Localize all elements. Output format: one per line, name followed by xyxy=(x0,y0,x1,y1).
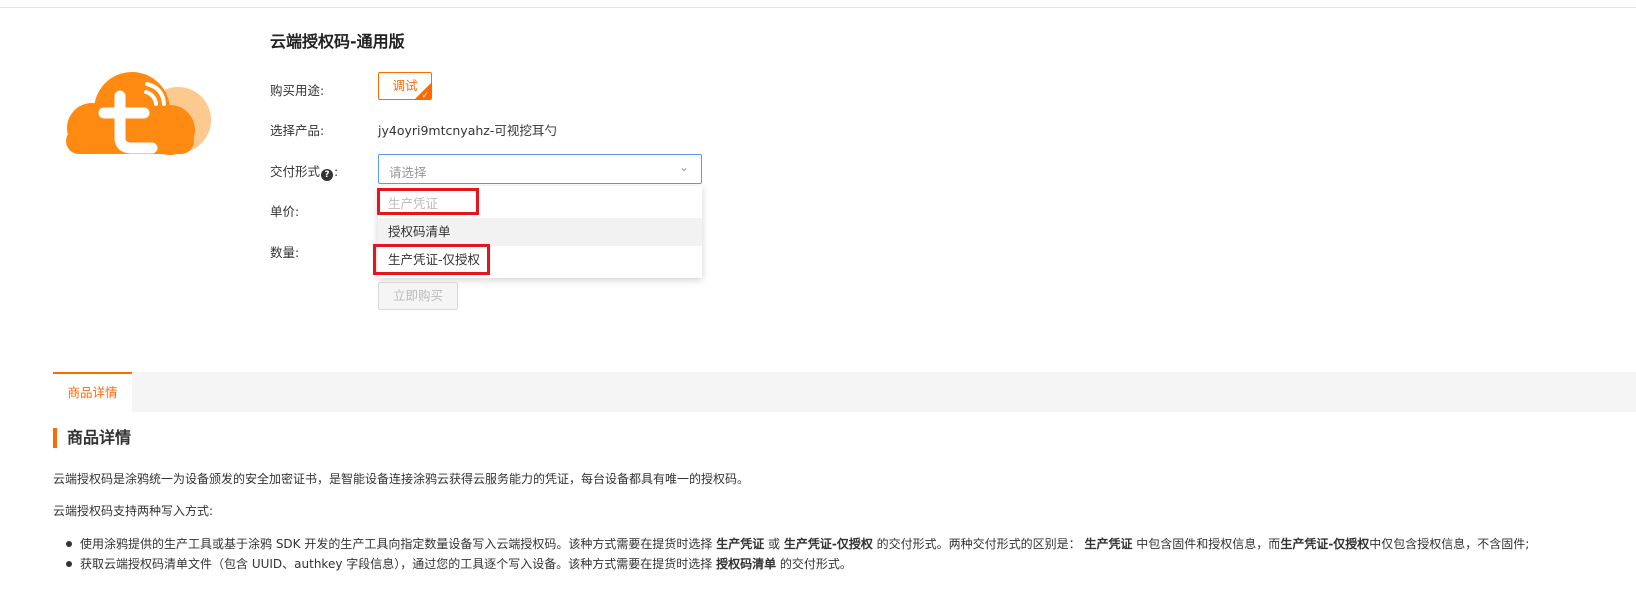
help-icon[interactable]: ? xyxy=(321,169,334,181)
product-title: 云端授权码-通用版 xyxy=(270,32,405,51)
bold-term: 生产凭证 xyxy=(1084,537,1133,551)
details-paragraph: 云端授权码支持两种写入方式: xyxy=(53,504,214,518)
text: 的交付形式。两种交付形式的区别是： xyxy=(872,537,1085,551)
bold-term: 授权码清单 xyxy=(716,557,777,571)
text: 中包含固件和授权信息，而 xyxy=(1132,537,1281,551)
bold-term: 生产凭证-仅授权 xyxy=(1280,537,1370,551)
option-auth-code-list[interactable]: 授权码清单 xyxy=(378,218,702,246)
text: 获取云端授权码清单文件（包含 UUID、authkey 字段信息），通过您的工具… xyxy=(80,557,717,571)
list-item: 获取云端授权码清单文件（包含 UUID、authkey 字段信息），通过您的工具… xyxy=(66,555,852,572)
details-paragraph: 云端授权码是涂鸦统一为设备颁发的安全加密证书，是智能设备连接涂鸦云获得云服务能力… xyxy=(53,472,750,486)
delivery-label: 交付形式?: xyxy=(270,161,338,181)
text: 中仅包含授权信息，不含固件; xyxy=(1369,537,1530,551)
buy-now-button[interactable]: 立即购买 xyxy=(378,282,458,310)
top-divider xyxy=(0,7,1636,8)
chevron-down-icon: ⌄ xyxy=(678,160,689,174)
section-heading: 商品详情 xyxy=(53,428,131,448)
tab-bar: 商品详情 xyxy=(53,372,1636,412)
delivery-label-colon: : xyxy=(334,164,339,179)
text: 使用涂鸦提供的生产工具或基于涂鸦 SDK 开发的生产工具向指定数量设备写入云端授… xyxy=(80,537,717,551)
highlight-box xyxy=(373,244,490,275)
tab-details[interactable]: 商品详情 xyxy=(53,372,132,412)
price-label: 单价: xyxy=(270,204,300,219)
product-logo xyxy=(60,68,220,163)
bold-term: 生产凭证-仅授权 xyxy=(783,537,873,551)
purpose-option-debug[interactable]: 调试 ✓ xyxy=(378,72,432,100)
highlight-box xyxy=(377,188,479,215)
list-item: 使用涂鸦提供的生产工具或基于涂鸦 SDK 开发的生产工具向指定数量设备写入云端授… xyxy=(66,535,1529,552)
purpose-label: 购买用途: xyxy=(270,83,325,98)
product-label: 选择产品: xyxy=(270,123,325,138)
product-value: jy4oyri9mtcnyahz-可视挖耳勺 xyxy=(378,123,557,138)
text: 的交付形式。 xyxy=(776,557,852,571)
delivery-placeholder: 请选择 xyxy=(389,165,427,180)
check-icon: ✓ xyxy=(421,91,429,100)
text: 或 xyxy=(764,537,784,551)
purpose-option-label: 调试 xyxy=(392,78,418,93)
delivery-label-text: 交付形式 xyxy=(270,164,321,179)
delivery-select[interactable]: 请选择 ⌄ xyxy=(378,154,702,184)
quantity-label: 数量: xyxy=(270,245,300,260)
bold-term: 生产凭证 xyxy=(716,537,765,551)
